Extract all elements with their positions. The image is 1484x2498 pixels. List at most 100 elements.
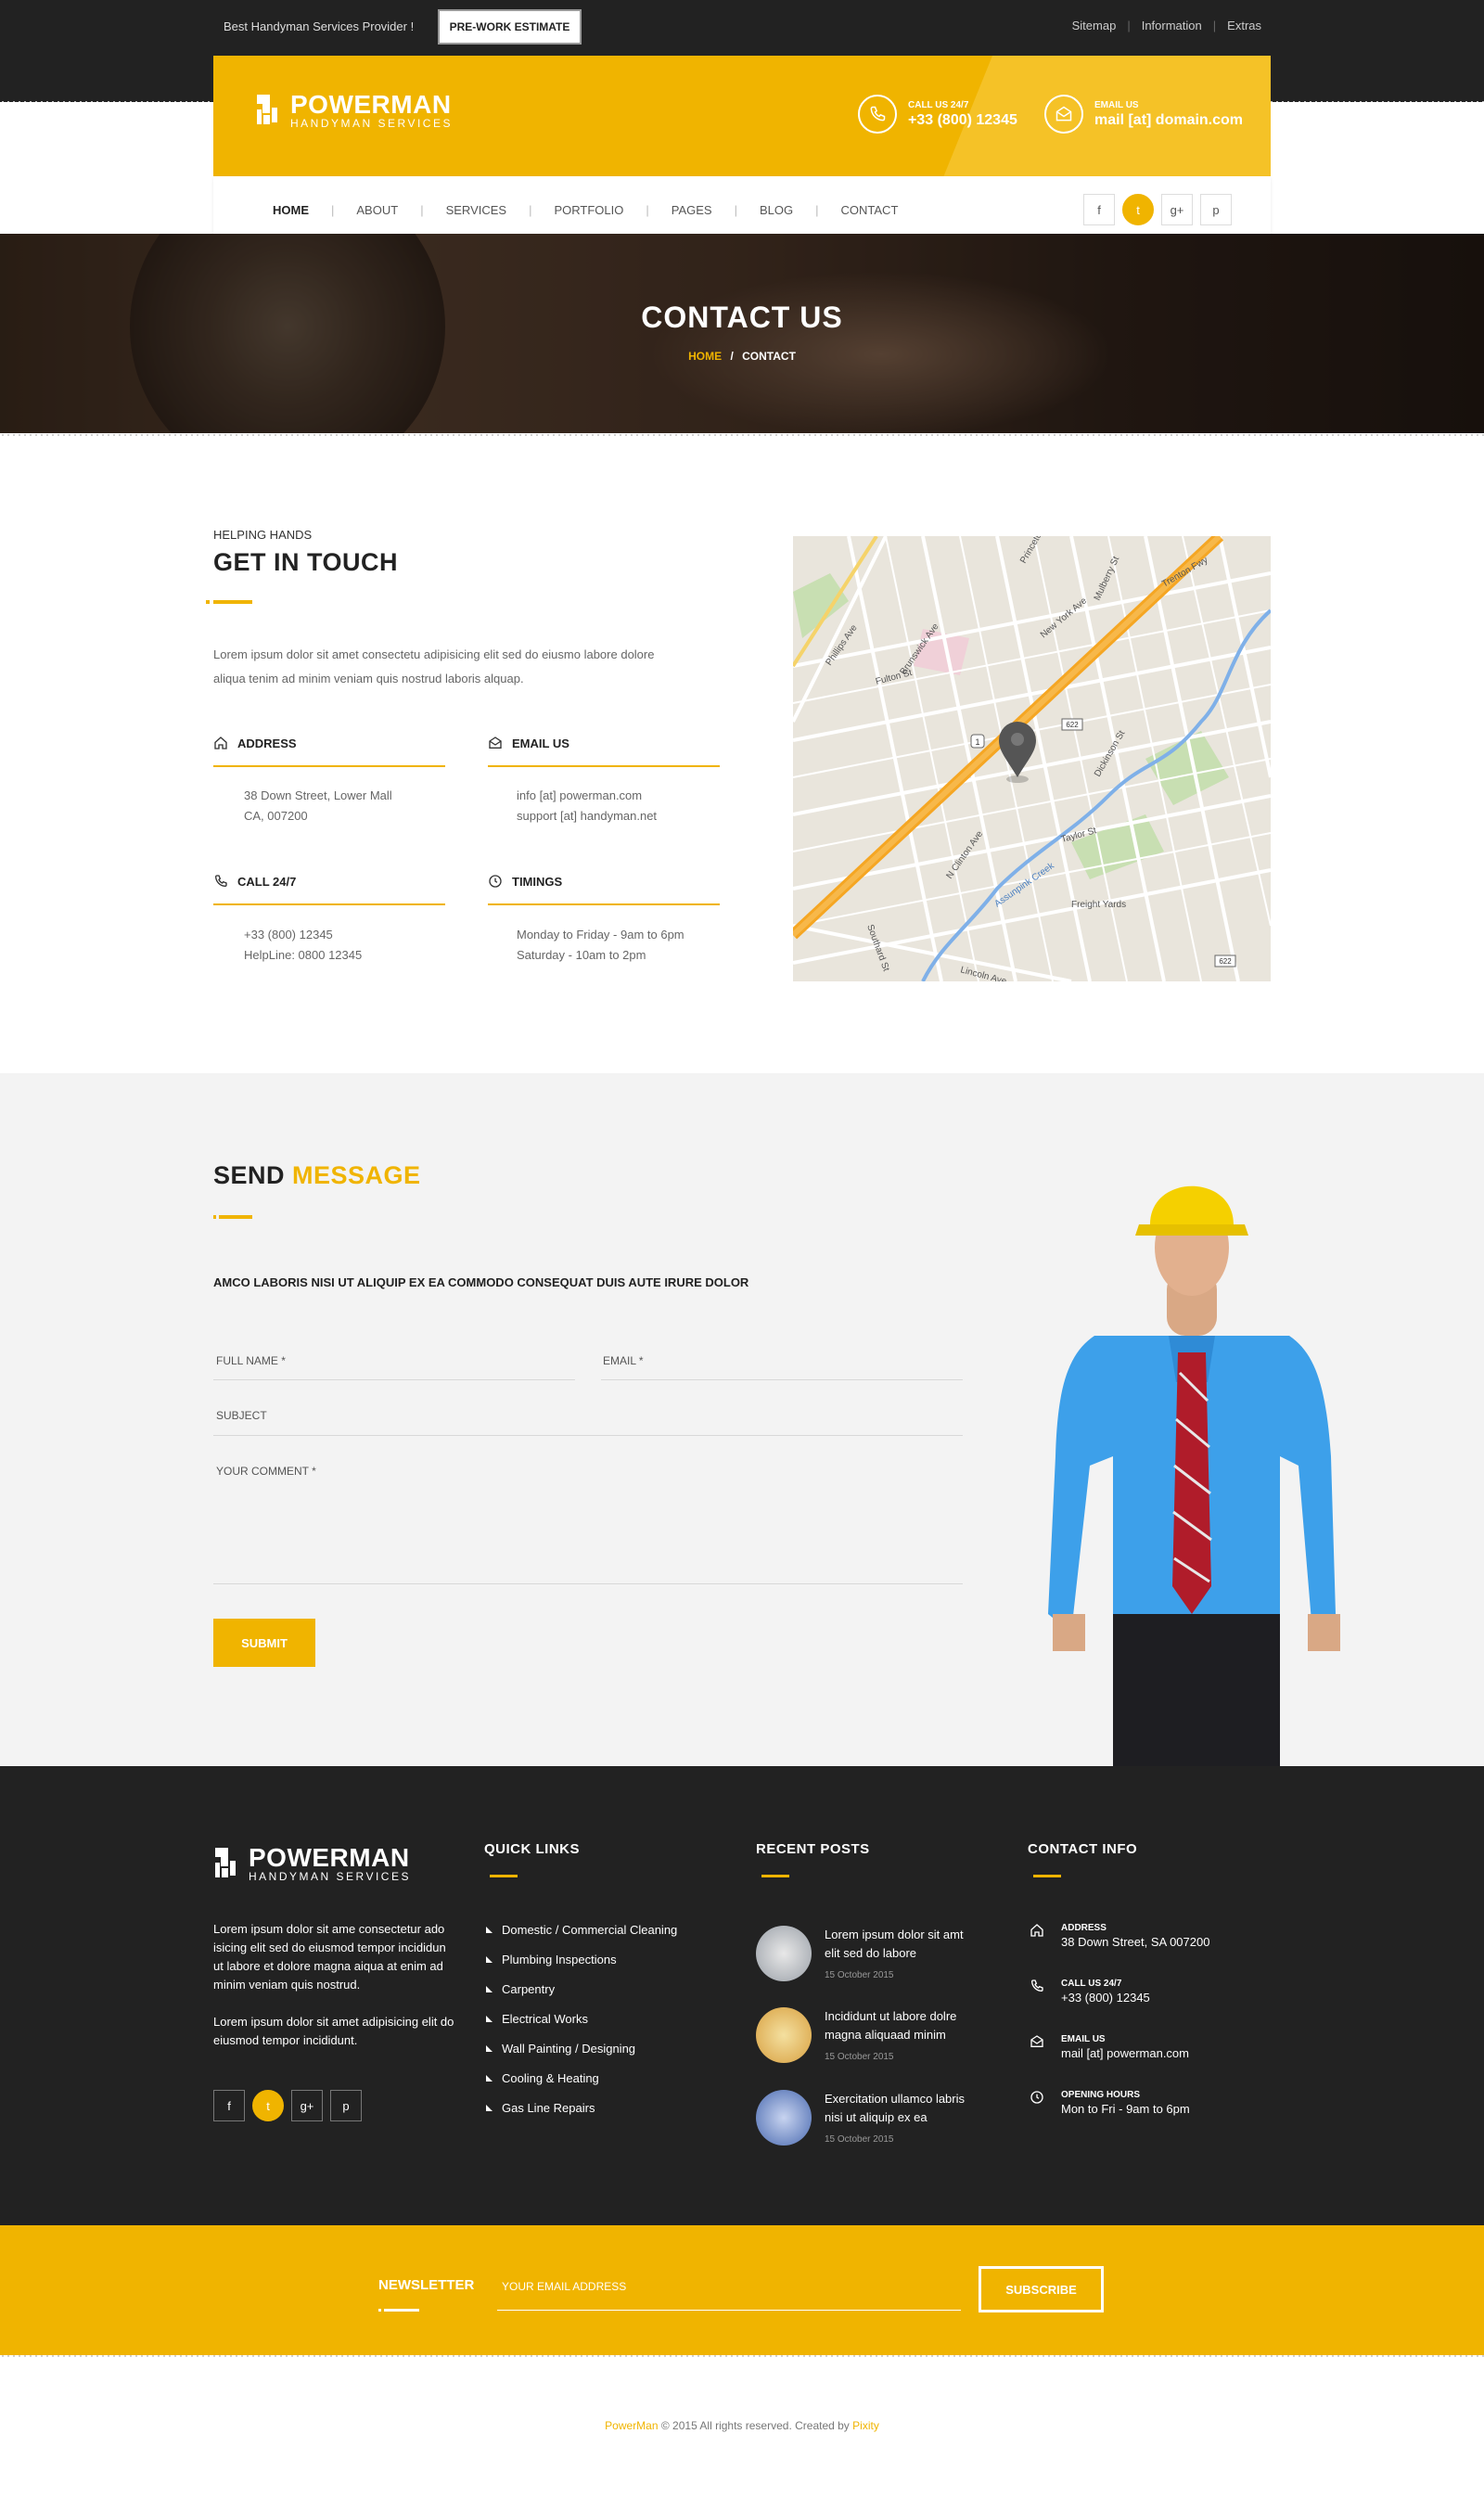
quick-link[interactable]: Carpentry [486,1974,677,2004]
separator: | [1212,19,1217,32]
nav-services[interactable]: SERVICES [424,203,530,217]
breadcrumb-home[interactable]: HOME [688,350,722,363]
facebook-icon[interactable]: f [213,2090,245,2121]
triangle-icon [486,1985,493,1992]
call-divider [213,903,445,905]
post-thumbnail [756,2090,812,2146]
quick-link[interactable]: Wall Painting / Designing [486,2033,677,2063]
logo[interactable]: POWERMAN HANDYMAN SERVICES [255,90,453,130]
quick-link[interactable]: Domestic / Commercial Cleaning [486,1915,677,1944]
svg-text:622: 622 [1219,957,1232,966]
triangle-icon [486,2044,493,2052]
subscribe-button[interactable]: SUBSCRIBE [979,2266,1104,2312]
breadcrumb: HOME / CONTACT [0,350,1484,363]
twitter-icon[interactable]: t [1122,194,1154,225]
svg-text:622: 622 [1066,721,1079,729]
email-line-2[interactable]: support [at] handyman.net [517,806,657,826]
nav-pages[interactable]: PAGES [649,203,735,217]
contact-item-value: 38 Down Street, SA 007200 [1061,1935,1210,1949]
pinterest-icon[interactable]: p [1200,194,1232,225]
title-underline-dot [213,1215,216,1219]
quick-link[interactable]: Electrical Works [486,2004,677,2033]
recent-post[interactable]: Incididunt ut labore dolre magna aliquaa… [756,2007,973,2063]
triangle-icon [486,2074,493,2082]
footer-logo-subtitle: HANDYMAN SERVICES [249,1870,411,1883]
email-text: info [at] powerman.com support [at] hand… [517,786,657,826]
quick-link[interactable]: Plumbing Inspections [486,1944,677,1974]
subject-field[interactable]: SUBJECT [216,1409,267,1422]
google-plus-icon[interactable]: g+ [291,2090,323,2121]
extras-link[interactable]: Extras [1227,19,1261,32]
information-link[interactable]: Information [1142,19,1202,32]
top-links: Sitemap | Information | Extras [1072,19,1261,32]
comment-underline [213,1583,963,1584]
copyright: PowerMan © 2015 All rights reserved. Cre… [0,2419,1484,2432]
phone-icon [214,875,227,888]
timings-divider [488,903,720,905]
email-field[interactable]: EMAIL * [603,1354,644,1367]
post-thumbnail [756,2007,812,2063]
google-plus-icon[interactable]: g+ [1161,194,1193,225]
twitter-icon[interactable]: t [252,2090,284,2121]
intro-text: Lorem ipsum dolor sit amet consectetu ad… [213,643,714,691]
logo-subtitle: HANDYMAN SERVICES [290,117,453,130]
envelope-icon [489,737,502,749]
timings-line-1: Monday to Friday - 9am to 6pm [517,928,684,942]
logo-icon [257,95,277,124]
nav-home[interactable]: HOME [250,203,331,217]
post-date: 15 October 2015 [825,1970,894,1980]
worker-image [1048,1185,1340,1766]
header-social-links: f t g+ p [1083,194,1232,225]
facebook-icon[interactable]: f [1083,194,1115,225]
nav-contact[interactable]: CONTACT [819,203,921,217]
logo-title: POWERMAN [290,90,452,119]
post-title: Lorem ipsum dolor sit amt elit sed do la… [825,1928,964,1960]
contact-info-title: CONTACT INFO [1028,1841,1138,1857]
title-underline [1033,1875,1061,1877]
quick-link-label: Wall Painting / Designing [502,2041,636,2056]
quick-link[interactable]: Cooling & Heating [486,2063,677,2093]
footer-logo[interactable]: POWERMAN HANDYMAN SERVICES [213,1843,411,1883]
email-value[interactable]: mail [at] domain.com [1094,112,1243,129]
copyright-author[interactable]: Pixity [852,2419,879,2432]
timings-line-2: Saturday - 10am to 2pm [517,948,646,962]
newsletter-bar [0,2225,1484,2355]
message-title: SEND MESSAGE [213,1161,421,1190]
recent-post[interactable]: Exercitation ullamco labris nisi ut aliq… [756,2090,973,2146]
footer-logo-title: POWERMAN [249,1843,410,1872]
topbar-tagline: Best Handyman Services Provider ! [224,19,415,33]
quick-link[interactable]: Gas Line Repairs [486,2093,677,2122]
recent-post[interactable]: Lorem ipsum dolor sit amt elit sed do la… [756,1926,973,1981]
post-thumbnail [756,1926,812,1981]
email-label: EMAIL US [1094,99,1139,110]
comment-field[interactable]: YOUR COMMENT * [216,1465,958,1557]
call-title: CALL 24/7 [237,874,297,889]
sitemap-link[interactable]: Sitemap [1072,19,1117,32]
contact-item-email: EMAIL US mail [at] powerman.com [1030,2034,1189,2060]
email-line-1[interactable]: info [at] powerman.com [517,786,657,806]
section-title: GET IN TOUCH [213,548,399,576]
email-underline [601,1379,963,1380]
pinterest-icon[interactable]: p [330,2090,362,2121]
nav-portfolio[interactable]: PORTFOLIO [531,203,646,217]
full-name-field[interactable]: FULL NAME * [216,1354,286,1367]
home-icon [1030,1924,1043,1937]
contact-item-hours: OPENING HOURS Mon to Fri - 9am to 6pm [1030,2090,1190,2116]
submit-button[interactable]: SUBMIT [213,1619,315,1667]
subject-underline [213,1435,963,1436]
map-graphic: Brunswick Ave New York Ave Mulberry St T… [793,536,1271,981]
pre-work-estimate-button[interactable]: PRE-WORK ESTIMATE [438,9,582,45]
recent-posts-title: RECENT POSTS [756,1841,870,1857]
call-line-1: +33 (800) 12345 [244,928,333,942]
copyright-brand[interactable]: PowerMan [605,2419,658,2432]
title-underline-dot [378,2309,381,2312]
email-heading: EMAIL US [488,736,569,750]
post-title: Incididunt ut labore dolre magna aliquaa… [825,2009,957,2042]
quick-link-label: Domestic / Commercial Cleaning [502,1922,678,1937]
nav-blog[interactable]: BLOG [737,203,815,217]
call-line-2: HelpLine: 0800 12345 [244,948,363,962]
location-map[interactable]: Brunswick Ave New York Ave Mulberry St T… [793,536,1271,981]
contact-item-value[interactable]: mail [at] powerman.com [1061,2046,1189,2060]
newsletter-email-input[interactable]: YOUR EMAIL ADDRESS [502,2280,626,2293]
nav-about[interactable]: ABOUT [334,203,420,217]
